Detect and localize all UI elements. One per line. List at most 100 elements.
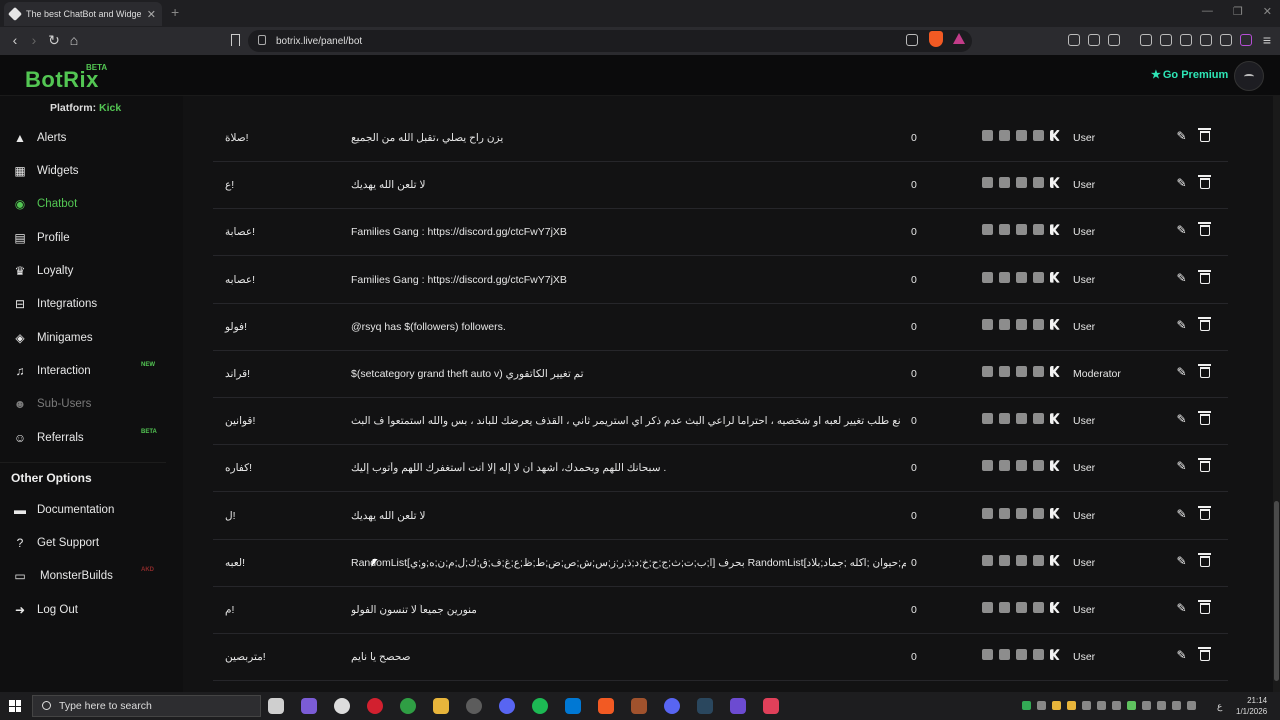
sidebar-item-referrals[interactable]: ☺ Referrals BETA xyxy=(0,423,166,453)
trash-icon[interactable] xyxy=(1198,505,1211,520)
tray-icon[interactable] xyxy=(1052,701,1061,710)
trash-icon[interactable] xyxy=(1198,458,1211,473)
sidebar-item-interaction[interactable]: ♫ Interaction NEW xyxy=(0,356,166,386)
trash-icon[interactable] xyxy=(1198,552,1211,567)
kick-icon[interactable] xyxy=(1050,649,1060,661)
youtube-icon[interactable] xyxy=(1016,554,1027,566)
volume-icon[interactable] xyxy=(1187,701,1196,710)
twitch-icon[interactable] xyxy=(982,649,993,661)
chat-icon[interactable] xyxy=(999,507,1010,519)
youtube-icon[interactable] xyxy=(1016,224,1027,236)
vpn-icon[interactable] xyxy=(1220,34,1232,46)
media-icon[interactable] xyxy=(1140,34,1152,46)
minimize-button[interactable]: — xyxy=(1202,5,1213,18)
sidebar-item-log-out[interactable]: ➜ Log Out xyxy=(0,595,166,625)
chat-icon[interactable] xyxy=(999,318,1010,330)
edit-icon[interactable]: ✎ xyxy=(1175,224,1188,237)
tray-icon[interactable] xyxy=(1142,701,1151,710)
winrar-icon[interactable] xyxy=(631,698,647,714)
trash-icon[interactable] xyxy=(1198,647,1211,662)
youtube-icon[interactable] xyxy=(1016,366,1027,377)
twitch-icon[interactable] xyxy=(982,554,993,566)
chat-icon[interactable] xyxy=(999,460,1010,472)
windows-start-icon[interactable] xyxy=(9,700,21,712)
trovo-icon[interactable] xyxy=(1033,507,1044,519)
kick-icon[interactable] xyxy=(1050,554,1060,566)
sidebar-item-sub-users[interactable]: ☻ Sub-Users xyxy=(0,389,166,419)
kick-icon[interactable] xyxy=(1050,130,1060,141)
file-explorer-icon[interactable] xyxy=(433,698,449,714)
leo-icon[interactable] xyxy=(1200,34,1212,46)
chat-icon[interactable] xyxy=(999,554,1010,566)
discord-icon[interactable] xyxy=(499,698,515,714)
kick-icon[interactable] xyxy=(1050,366,1060,377)
edit-icon[interactable]: ✎ xyxy=(1175,366,1188,379)
chat-icon[interactable] xyxy=(999,177,1010,189)
trash-icon[interactable] xyxy=(1198,269,1211,284)
sidebar-item-chatbot[interactable]: ◉ Chatbot xyxy=(0,189,166,219)
discord-icon[interactable] xyxy=(664,698,680,714)
forward-icon[interactable]: › xyxy=(26,32,42,48)
trash-icon[interactable] xyxy=(1198,316,1211,331)
trovo-icon[interactable] xyxy=(1033,318,1044,330)
trash-icon[interactable] xyxy=(1198,128,1211,142)
youtube-icon[interactable] xyxy=(1016,130,1027,141)
trovo-icon[interactable] xyxy=(1033,460,1044,472)
edit-icon[interactable]: ✎ xyxy=(1175,602,1188,615)
trovo-icon[interactable] xyxy=(1033,366,1044,377)
sidebar-item-widgets[interactable]: ▦ Widgets xyxy=(0,156,166,186)
browser-tab[interactable]: The best ChatBot and Widgets fo ✕ xyxy=(4,2,162,26)
twitch-icon[interactable] xyxy=(982,271,993,283)
kick-icon[interactable] xyxy=(1050,271,1060,283)
trovo-icon[interactable] xyxy=(1033,649,1044,661)
edit-icon[interactable]: ✎ xyxy=(1175,271,1188,285)
sidebar-item-integrations[interactable]: ⊟ Integrations xyxy=(0,289,166,319)
trovo-icon[interactable] xyxy=(1033,177,1044,189)
kick-icon[interactable] xyxy=(1050,224,1060,236)
tray-icon[interactable] xyxy=(1097,701,1106,710)
task-view-icon[interactable] xyxy=(268,698,284,714)
sidebar-item-get-support[interactable]: ? Get Support xyxy=(0,528,166,558)
edit-icon[interactable]: ✎ xyxy=(1175,318,1188,332)
obs-icon[interactable] xyxy=(466,698,482,714)
extensions-icon[interactable] xyxy=(1068,34,1080,46)
trash-icon[interactable] xyxy=(1198,222,1211,237)
settings-icon[interactable] xyxy=(334,698,350,714)
sidebar-toggle-icon[interactable] xyxy=(1160,34,1172,46)
twitch-icon[interactable] xyxy=(982,130,993,141)
wallet-icon[interactable] xyxy=(1180,34,1192,46)
spotify-icon[interactable] xyxy=(532,698,548,714)
youtube-icon[interactable] xyxy=(1016,271,1027,283)
sidebar-item-profile[interactable]: ▤ Profile xyxy=(0,223,166,253)
taskbar-search[interactable]: Type here to search xyxy=(32,695,261,717)
chat-icon[interactable] xyxy=(999,271,1010,283)
app-icon[interactable] xyxy=(763,698,779,714)
trovo-icon[interactable] xyxy=(1033,271,1044,283)
sidebar-item-monsterbuilds[interactable]: ▭ MonsterBuilds AKD xyxy=(0,561,166,591)
screenshot-icon[interactable] xyxy=(1088,34,1100,46)
twitch-icon[interactable] xyxy=(982,460,993,472)
edit-icon[interactable]: ✎ xyxy=(1175,177,1188,190)
tray-icon[interactable] xyxy=(1022,701,1031,710)
page-scrollbar[interactable] xyxy=(1273,96,1280,692)
share-icon[interactable] xyxy=(906,34,918,46)
tray-icon[interactable] xyxy=(1127,701,1136,710)
close-window-button[interactable]: ✕ xyxy=(1263,5,1272,18)
brave-rewards-icon[interactable] xyxy=(953,33,965,44)
trash-icon[interactable] xyxy=(1198,175,1211,190)
chat-icon[interactable] xyxy=(999,649,1010,661)
trovo-icon[interactable] xyxy=(1033,130,1044,141)
new-tab-button[interactable]: + xyxy=(171,4,179,20)
sidebar-item-alerts[interactable]: ▲ Alerts xyxy=(0,123,166,153)
trovo-icon[interactable] xyxy=(1033,224,1044,236)
edit-icon[interactable]: ✎ xyxy=(1175,460,1188,473)
sidebar-item-minigames[interactable]: ◈ Minigames xyxy=(0,323,166,353)
kick-icon[interactable] xyxy=(1050,602,1060,613)
edit-icon[interactable]: ✎ xyxy=(1175,649,1188,662)
chrome-icon[interactable] xyxy=(400,698,416,714)
tray-icon[interactable] xyxy=(1112,701,1121,710)
twitch-icon[interactable] xyxy=(982,507,993,519)
restore-button[interactable]: ❐ xyxy=(1233,5,1243,18)
twitch-icon[interactable] xyxy=(982,602,993,613)
trash-icon[interactable] xyxy=(1198,411,1211,426)
